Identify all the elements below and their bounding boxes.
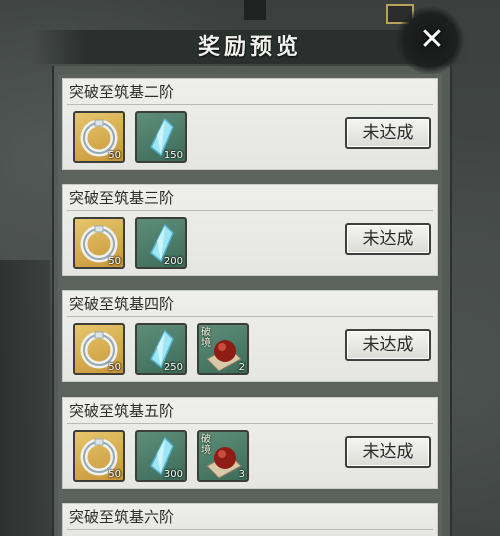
- item-quantity: 300: [163, 469, 183, 480]
- reward-item-breakthrough-pill[interactable]: 破境 2: [197, 323, 249, 375]
- item-quantity: 3: [238, 469, 245, 480]
- divider: [67, 423, 433, 424]
- item-quantity: 250: [163, 362, 183, 373]
- item-quantity: 50: [108, 362, 121, 373]
- divider: [67, 316, 433, 317]
- item-quantity: 2: [238, 362, 245, 373]
- item-quantity: 50: [108, 469, 121, 480]
- reward-item-crystal[interactable]: 150: [135, 111, 187, 163]
- divider: [67, 104, 433, 105]
- reward-card: 突破至筑基二阶 50 150 未达成: [62, 78, 438, 170]
- divider: [67, 210, 433, 211]
- close-icon[interactable]: ✕: [414, 22, 450, 58]
- item-quantity: 200: [163, 256, 183, 267]
- reward-item-crystal[interactable]: 250: [135, 323, 187, 375]
- status-button[interactable]: 未达成: [345, 436, 431, 468]
- reward-card-title: 突破至筑基六阶: [69, 508, 175, 526]
- reward-card: 突破至筑基三阶 50 200 未达成: [62, 184, 438, 276]
- reward-card-title: 突破至筑基二阶: [69, 83, 175, 101]
- reward-card: 突破至筑基六阶: [62, 503, 438, 536]
- reward-item-crystal[interactable]: 300: [135, 430, 187, 482]
- background-pillar: [244, 0, 266, 20]
- reward-card-title: 突破至筑基三阶: [69, 189, 175, 207]
- reward-card: 突破至筑基四阶 50 250 破境 2 未达成: [62, 290, 438, 382]
- status-button[interactable]: 未达成: [345, 223, 431, 255]
- reward-card-title: 突破至筑基四阶: [69, 295, 175, 313]
- reward-item-breakthrough-pill[interactable]: 破境 3: [197, 430, 249, 482]
- item-quantity: 150: [163, 150, 183, 161]
- item-tag: 破境: [201, 327, 211, 349]
- reward-item-ring[interactable]: 50: [73, 217, 125, 269]
- item-tag: 破境: [201, 434, 211, 456]
- status-button[interactable]: 未达成: [345, 329, 431, 361]
- reward-item-ring[interactable]: 50: [73, 111, 125, 163]
- divider: [67, 529, 433, 530]
- status-button[interactable]: 未达成: [345, 117, 431, 149]
- reward-card-title: 突破至筑基五阶: [69, 402, 175, 420]
- reward-item-ring[interactable]: 50: [73, 430, 125, 482]
- item-quantity: 50: [108, 256, 121, 267]
- reward-card: 突破至筑基五阶 50 300 破境 3 未达成: [62, 397, 438, 489]
- background-shadow: [0, 260, 50, 536]
- item-quantity: 50: [108, 150, 121, 161]
- reward-item-crystal[interactable]: 200: [135, 217, 187, 269]
- reward-item-ring[interactable]: 50: [73, 323, 125, 375]
